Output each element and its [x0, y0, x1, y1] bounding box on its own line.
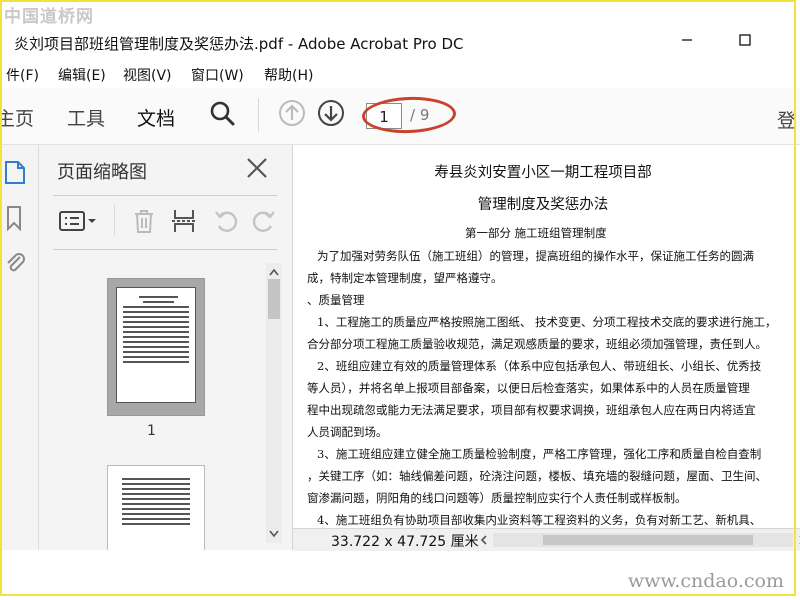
status-bar: 33.722 x 47.725 厘米	[293, 528, 800, 551]
thumbnail-preview	[116, 474, 196, 550]
watermark-bottom: www.cndao.com	[627, 570, 784, 592]
next-page-button[interactable]	[316, 98, 346, 128]
title-bar: 炎刘项目部班组管理制度及奖惩办法.pdf - Adobe Acrobat Pro…	[0, 26, 800, 60]
toolbar-divider	[258, 98, 259, 132]
page-size-readout: 33.722 x 47.725 厘米	[331, 534, 479, 550]
minimize-button[interactable]	[676, 31, 698, 53]
rotate-left-icon	[215, 211, 238, 232]
document-view[interactable]: 寿县炎刘安置小区一期工程项目部 管理制度及奖惩办法 第一部分 施工班组管理制度 …	[293, 145, 800, 528]
doc-heading-2: 管理制度及奖惩办法	[477, 197, 609, 213]
attachment-icon[interactable]	[4, 249, 26, 273]
delete-pages-button[interactable]	[130, 207, 158, 235]
doc-line: 4、施工班组负有协助项目部收集内业资料等工程资料的义务，负有对新工艺、新机具、	[317, 513, 762, 527]
thumbnail-preview	[116, 287, 196, 403]
window-title: 炎刘项目部班组管理制度及奖惩办法.pdf - Adobe Acrobat Pro…	[14, 35, 464, 53]
bookmark-icon[interactable]	[4, 205, 26, 232]
previous-page-button[interactable]	[277, 98, 307, 128]
tab-home[interactable]: 主页	[0, 104, 34, 131]
options-menu-button[interactable]	[57, 207, 99, 235]
doc-line: 为了加强对劳务队伍（施工班组）的管理，提高班组的操作水平，保证施工任务的圆满	[317, 249, 754, 263]
doc-line: 3、施工班组应建立健全施工质量检验制度，严格工序管理，强化工序和质量自检自查制	[317, 447, 762, 461]
doc-heading-1: 寿县炎刘安置小区一期工程项目部	[434, 165, 652, 181]
split-page-button[interactable]	[170, 207, 198, 235]
scroll-down-icon[interactable]	[266, 527, 282, 541]
rotate-right-button[interactable]	[250, 207, 278, 235]
panel-tool-divider	[114, 205, 115, 235]
panel-title: 页面缩略图	[57, 162, 147, 183]
trash-icon	[135, 210, 153, 233]
thumbnail-page-label: 1	[147, 423, 156, 439]
split-icon	[172, 210, 196, 232]
doc-line: 1、工程施工的质量应严格按照施工图纸、 技术变更、分项工程技术交底的要求进行施工…	[317, 315, 777, 329]
menu-file[interactable]: 件(F)	[6, 65, 39, 85]
menu-edit[interactable]: 编辑(E)	[58, 65, 106, 85]
rotate-right-icon	[252, 211, 275, 232]
scrollbar-thumb[interactable]	[268, 279, 280, 319]
panel-divider	[53, 195, 277, 196]
search-button[interactable]	[207, 98, 237, 128]
watermark-top: 中国道桥网	[4, 7, 94, 27]
doc-line: 合分部分项工程施工质量验收规范，满足观感质量的要求，班组必须加强管理，责任到人。	[307, 337, 767, 351]
navigation-rail	[0, 145, 39, 550]
doc-line: 窗渗漏问题，阴阳角的线口问题等）质量控制应实行个人责任制或样板制。	[307, 491, 687, 505]
doc-line: 2、班组应建立有效的质量管理体系（体系中应包括承包人、带班组长、小组长、优秀技	[317, 359, 762, 373]
scroll-left-icon[interactable]	[477, 533, 491, 547]
rotate-left-button[interactable]	[212, 207, 240, 235]
arrow-up-circle-icon	[279, 100, 305, 126]
tab-tools[interactable]: 工具	[67, 104, 105, 131]
menu-help[interactable]: 帮助(H)	[264, 65, 313, 85]
doc-line: ，关键工序（如：轴线偏差问题，砼浇注问题，楼板、填充墙的裂缝问题，屋面、卫生间、	[307, 469, 767, 483]
doc-line: 第一部分 施工班组管理制度	[465, 226, 607, 240]
doc-line: 、质量管理	[307, 293, 365, 307]
page-thumbnails-icon[interactable]	[4, 159, 26, 184]
thumbnail-panel: 页面缩略图 1	[39, 145, 293, 550]
page-thumbnail-1[interactable]	[107, 278, 205, 416]
scroll-up-icon[interactable]	[266, 265, 282, 279]
arrow-down-circle-icon	[318, 100, 344, 126]
sign-in-button[interactable]: 登	[777, 106, 796, 133]
menu-view[interactable]: 视图(V)	[123, 65, 172, 85]
doc-line: 程中出现疏忽或能力无法满足要求，项目部有权要求调换，班组承包人应在两日内将适宜	[307, 403, 756, 417]
tab-document[interactable]: 文档	[137, 104, 176, 148]
horizontal-scrollbar[interactable]	[480, 533, 800, 547]
close-icon	[247, 158, 267, 178]
close-panel-button[interactable]	[244, 155, 270, 181]
menu-window[interactable]: 窗口(W)	[191, 65, 244, 85]
doc-line: 成，特制定本管理制度，望严格遵守。	[307, 271, 503, 285]
maximize-icon	[739, 34, 751, 46]
page-thumbnail-2[interactable]	[107, 465, 205, 550]
scrollbar-thumb[interactable]	[543, 535, 753, 545]
scroll-right-icon[interactable]	[795, 533, 800, 547]
panel-divider	[53, 249, 277, 250]
list-options-icon	[59, 211, 96, 231]
doc-line: 等人员），并将名单上报项目部备案，以便日后检查落实，如果体系中的人员在质量管理	[307, 381, 750, 395]
search-icon	[210, 101, 235, 126]
menu-bar: 件(F) 编辑(E) 视图(V) 窗口(W) 帮助(H)	[0, 62, 800, 86]
minimize-icon	[682, 39, 692, 41]
maximize-button[interactable]	[734, 31, 756, 53]
thumbnail-scrollbar[interactable]	[266, 263, 282, 543]
doc-line: 人员调配到场。	[307, 425, 388, 439]
